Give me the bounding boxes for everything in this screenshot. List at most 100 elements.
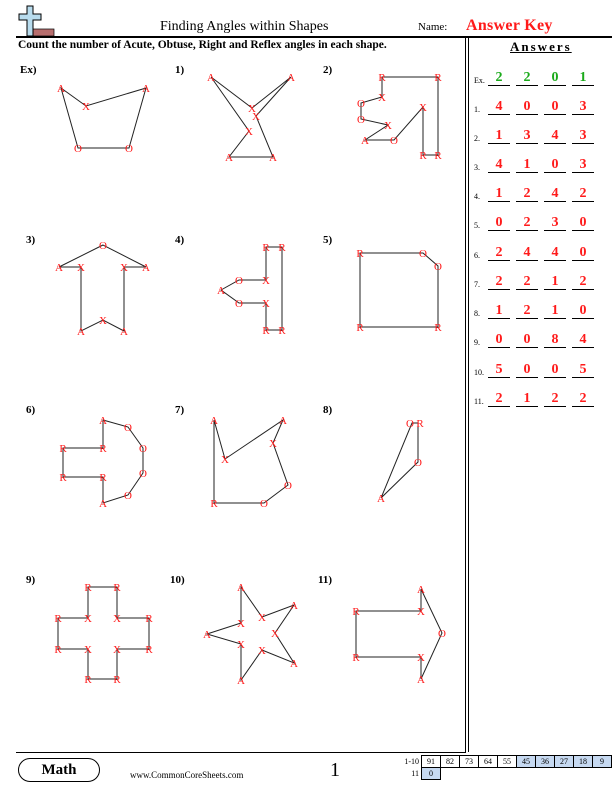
score-row: 1-10 91 82 73 64 55 45 36 27 18 9 [395, 755, 612, 768]
vertex-label: A [269, 152, 277, 164]
vertex-label: O [284, 480, 292, 492]
vertex-label: R [356, 248, 364, 260]
vertex-label: R [262, 242, 270, 254]
vertex-label: R [84, 674, 92, 686]
score-cell: 18 [573, 755, 593, 768]
vertex-label: X [258, 645, 266, 657]
score-cell: 9 [592, 755, 612, 768]
vertex-label: A [417, 674, 425, 686]
shape-2: R RRRXOAXOO X [357, 72, 442, 162]
vertex-label: X [237, 639, 245, 651]
footer-divider [16, 752, 466, 753]
vertex-label: R [99, 472, 107, 484]
vertex-label: X [417, 606, 425, 618]
vertex-label: A [225, 152, 233, 164]
vertex-label: A [142, 262, 150, 274]
vertex-label: A [237, 675, 245, 687]
vertex-label: A [57, 83, 65, 95]
vertex-label: X [269, 438, 277, 450]
shape-8: O ROA [377, 418, 424, 505]
vertex-label: O [124, 422, 132, 434]
vertex-label: O [357, 114, 365, 126]
vertex-label: O [99, 240, 107, 252]
shape-outline [355, 588, 443, 680]
shapes-canvas: AXAOOAXAXAAXR RRRXOAXOO XOA XAXAX AR RRRXOAO X… [54, 72, 446, 687]
vertex-label: A [361, 135, 369, 147]
vertex-label: A [207, 72, 215, 84]
vertex-label: A [237, 582, 245, 594]
vertex-label: A [99, 498, 107, 510]
vertex-label: O [124, 490, 132, 502]
vertex-label: R [434, 72, 442, 84]
score-cell: 0 [421, 767, 441, 780]
vertex-label: A [217, 285, 225, 297]
shape-outline [220, 246, 283, 331]
vertex-label: R [416, 418, 424, 430]
vertex-label: X [378, 92, 386, 104]
vertex-label: R [210, 498, 218, 510]
vertex-label: O [406, 418, 414, 430]
vertex-label: A [55, 262, 63, 274]
vertex-label: X [221, 454, 229, 466]
vertex-label: X [84, 613, 92, 625]
shape-0: A X A O O [57, 83, 150, 155]
vertex-label: X [419, 102, 427, 114]
vertex-label: O [434, 261, 442, 273]
vertex-label: X [262, 275, 270, 287]
vertex-label: A [287, 72, 295, 84]
vertex-label: R [113, 674, 121, 686]
shape-7: AXAXOOR [210, 415, 292, 510]
vertex-label: X [113, 644, 121, 656]
worksheet-page: Finding Angles within Shapes Name: Answe… [0, 0, 612, 792]
score-cell: 64 [478, 755, 498, 768]
vertex-label: R [419, 150, 427, 162]
vertex-label: O [139, 443, 147, 455]
vertex-label: R [145, 644, 153, 656]
vertex-label: O [74, 143, 82, 155]
shape-outline [360, 76, 439, 156]
vertex-label: X [258, 612, 266, 624]
shape-4: R RRRXOAO X [217, 242, 286, 337]
vertex-label: A [279, 415, 287, 427]
vertex-label: R [262, 325, 270, 337]
shape-outline [210, 76, 292, 158]
vertex-label: X [417, 652, 425, 664]
score-table: 1-10 91 82 73 64 55 45 36 27 18 9 11 0 [395, 755, 612, 780]
score-cell: 55 [497, 755, 517, 768]
vertex-label: O [414, 457, 422, 469]
score-cell: 27 [554, 755, 574, 768]
vertex-label: R [378, 72, 386, 84]
vertex-label: X [262, 298, 270, 310]
vertex-label: R [352, 652, 360, 664]
shape-9: R R X R R X R R X R R X [54, 582, 153, 686]
score-row-label: 1-10 [404, 757, 419, 766]
shape-5: R OO R R [356, 248, 442, 334]
vertex-label: A [377, 493, 385, 505]
score-row: 11 0 [395, 767, 612, 780]
score-cell: 82 [440, 755, 460, 768]
vertex-label: X [120, 262, 128, 274]
shape-outline [380, 422, 419, 499]
shape-outline [57, 586, 150, 680]
vertex-label: X [77, 262, 85, 274]
vertex-label: O [125, 143, 133, 155]
vertex-label: O [235, 298, 243, 310]
vertex-label: R [352, 606, 360, 618]
score-cell: 36 [535, 755, 555, 768]
shape-outline [205, 585, 296, 682]
vertex-label: A [290, 658, 298, 670]
score-cell: 45 [516, 755, 536, 768]
vertex-label: O [438, 628, 446, 640]
vertex-label: R [99, 443, 107, 455]
vertex-label: R [84, 582, 92, 594]
vertex-label: R [54, 644, 62, 656]
vertex-label: X [237, 618, 245, 630]
site-url: www.CommonCoreSheets.com [130, 770, 244, 780]
vertex-label: X [99, 315, 107, 327]
score-cell: 73 [459, 755, 479, 768]
vertex-label: O [260, 498, 268, 510]
vertex-label: A [417, 584, 425, 596]
shape-10: A X A X A X A X A X [203, 582, 298, 687]
shape-11: AOAXRR X [352, 584, 446, 686]
vertex-label: O [357, 98, 365, 110]
